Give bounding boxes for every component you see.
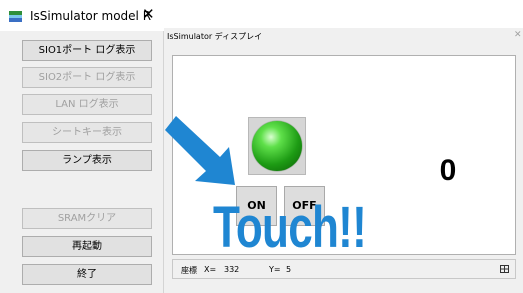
touch-callout: Touch!! xyxy=(213,195,367,260)
y-value: 5 xyxy=(286,265,292,274)
x-label: X= xyxy=(204,265,217,274)
sio2-log-button[interactable]: SIO2ポート ログ表示 xyxy=(22,67,152,88)
exit-button[interactable]: 終了 xyxy=(22,264,152,285)
lamp-frame xyxy=(248,117,306,175)
lan-log-button[interactable]: LAN ログ表示 xyxy=(22,94,152,115)
close-icon[interactable]: ✕ xyxy=(142,5,155,23)
panel-titlebar[interactable]: IsSimulator model R ✕ xyxy=(0,0,164,31)
counter-value: 0 xyxy=(439,154,457,187)
sio1-log-button[interactable]: SIO1ポート ログ表示 xyxy=(22,40,152,61)
app-icon xyxy=(9,11,22,22)
grid-icon[interactable] xyxy=(500,265,509,273)
display-title: IsSimulator ディスプレイ xyxy=(167,32,263,41)
y-label: Y= xyxy=(269,265,281,274)
sram-clear-button[interactable]: SRAMクリア xyxy=(22,208,152,229)
x-value: 332 xyxy=(224,265,240,274)
restart-button[interactable]: 再起動 xyxy=(22,236,152,257)
panel-title: IsSimulator model R xyxy=(30,9,152,23)
control-panel-window: IsSimulator model R ✕ SIO1ポート ログ表示 SIO2ポ… xyxy=(0,0,164,293)
status-bar: 座標 X= 332 Y= 5 xyxy=(172,259,516,279)
lamp-display-button[interactable]: ランプ表示 xyxy=(22,150,152,171)
coord-label: 座標 xyxy=(181,266,197,275)
lamp-indicator xyxy=(252,121,302,171)
close-icon[interactable]: ✕ xyxy=(514,30,522,40)
pointer-arrow-icon xyxy=(165,116,235,185)
sheet-key-button[interactable]: シートキー表示 xyxy=(22,122,152,143)
